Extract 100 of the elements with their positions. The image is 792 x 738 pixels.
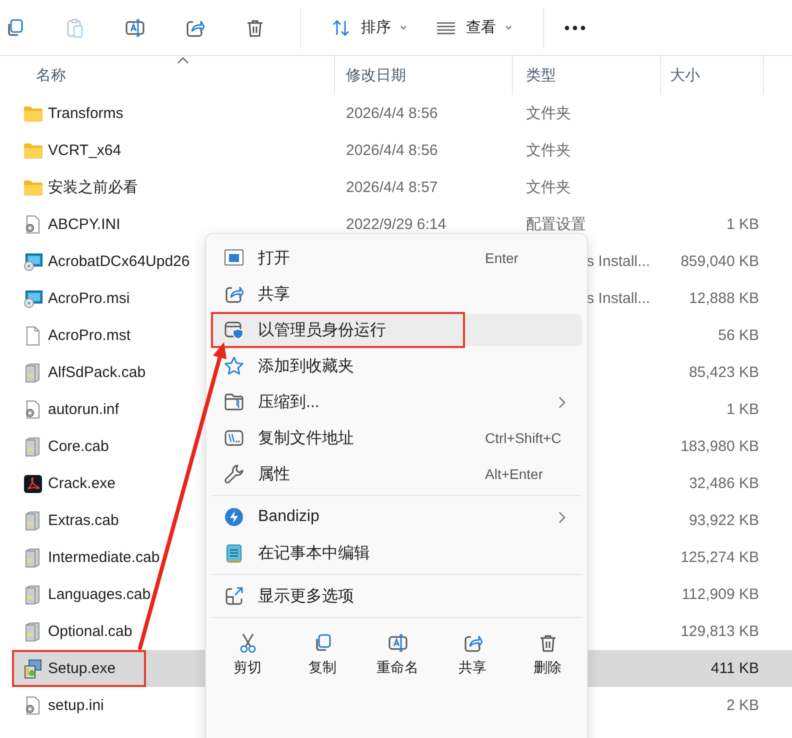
menu-item[interactable]: 打开 Enter [211,242,582,274]
column-header[interactable]: 名称 [36,66,66,85]
file-size: 2 KB [726,697,759,714]
share-icon [226,286,244,303]
scissors-icon [240,633,256,653]
zip-folder-icon [224,394,244,410]
shortcut-label: Enter [485,250,518,266]
menu-item[interactable]: 以管理员身份运行 [211,314,582,346]
menu-item[interactable]: Bandizip [211,501,582,533]
blank-file-icon [26,326,40,345]
file-size: 129,813 KB [680,623,759,640]
menu-label: 在记事本中编辑 [258,544,370,564]
file-name[interactable]: setup.ini [48,697,104,714]
cabinet-file-icon [26,437,40,456]
file-size: 112,909 KB [682,586,759,603]
file-size: 1 KB [726,401,759,418]
menu-label: 复制文件地址 [258,428,354,448]
share-icon [464,636,482,652]
settings-file-icon [26,400,40,418]
notepad-icon [226,544,242,562]
folder-icon [24,143,42,158]
copy-icon [316,634,330,651]
installer-icon [24,253,42,270]
menu-item[interactable]: 添加到收藏夹 [211,350,582,382]
file-name[interactable]: Languages.cab [48,586,151,603]
file-name[interactable]: Intermediate.cab [48,549,160,566]
chevron-down-icon [399,23,408,32]
shield-window-icon [224,322,244,340]
file-name[interactable]: 安装之前必看 [48,178,138,197]
menu-label: 显示更多选项 [258,586,354,606]
window-icon [224,250,244,266]
cabinet-file-icon [26,548,40,567]
shortcut-label: Alt+Enter [485,466,543,482]
file-name[interactable]: VCRT_x64 [48,142,122,159]
menu-item[interactable]: 在记事本中编辑 [211,537,582,569]
file-name[interactable]: Crack.exe [48,475,116,492]
file-name[interactable]: autorun.inf [48,401,119,418]
menu-item[interactable]: 压缩到... [211,386,582,418]
column-header[interactable]: 修改日期 [346,66,406,85]
view-button[interactable]: 查看 [436,18,513,38]
file-size: 125,274 KB [680,549,759,566]
cabinet-file-icon [26,511,40,530]
bolt-icon [225,508,243,526]
wrench-icon [224,464,244,484]
file-type: 文件夹 [525,142,571,159]
menu-label: 共享 [258,284,290,304]
folder-icon [24,106,42,121]
file-type: 配置设置 [525,216,586,233]
installer-icon [24,290,42,308]
column-header[interactable]: 大小 [670,66,700,85]
sort-icon [331,18,351,38]
file-name[interactable]: Core.cab [48,438,109,455]
path-icon [224,430,244,446]
modified-date: 2022/9/29 6:14 [345,216,446,233]
file-type: 文件夹 [525,179,571,196]
file-size: 411 KB [710,660,759,677]
external-icon [226,587,243,605]
clipboard-icon [67,18,83,38]
file-name[interactable]: ABCPY.INI [48,216,120,233]
rename-icon [126,18,144,36]
menu-item[interactable]: 属性 Alt+Enter [211,458,582,490]
file-size: 12,888 KB [688,290,759,307]
modified-date: 2026/4/4 8:56 [345,142,438,159]
menu-label: 打开 [258,248,290,268]
cabinet-file-icon [26,585,40,604]
file-size: 859,040 KB [680,253,759,270]
file-size: 56 KB [718,327,759,344]
shortcut-label: Ctrl+Shift+C [485,430,562,446]
more-icon[interactable] [564,24,586,30]
menu-label: 以管理员身份运行 [258,320,386,340]
sort-button[interactable]: 排序 [331,18,408,38]
menu-item[interactable]: 复制文件地址 Ctrl+Shift+C [211,422,582,454]
file-size: 1 KB [726,216,759,233]
file-name[interactable]: AcroPro.mst [48,327,131,344]
folder-icon [24,180,42,195]
share-icon [186,20,205,36]
file-name[interactable]: AcroPro.msi [48,290,130,307]
file-name[interactable]: AcrobatDCx64Upd26 [48,253,190,270]
chevron-down-icon [504,23,513,32]
file-name[interactable]: Extras.cab [48,512,119,529]
file-name[interactable]: Transforms [48,105,124,122]
app-icon [24,474,42,492]
star-icon [224,356,244,375]
menu-item[interactable]: 共享 [211,278,582,310]
file-size: 183,980 KB [680,438,759,455]
copy-icon [8,18,23,36]
file-size: 93,922 KB [688,512,759,529]
settings-file-icon [26,215,40,233]
file-size: 85,423 KB [688,364,759,381]
menu-item[interactable]: 显示更多选项 [211,580,582,612]
menu-label: Bandizip [258,508,320,526]
modified-date: 2026/4/4 8:57 [345,179,438,196]
menu-label: 添加到收藏夹 [258,356,354,376]
file-name[interactable]: AlfSdPack.cab [48,364,146,381]
column-header[interactable]: 类型 [526,66,556,85]
file-name[interactable]: Optional.cab [48,623,132,640]
file-name[interactable]: Setup.exe [48,660,116,677]
rename-icon [388,634,407,652]
menu-label: 属性 [258,464,290,484]
file-type: 文件夹 [525,105,571,122]
